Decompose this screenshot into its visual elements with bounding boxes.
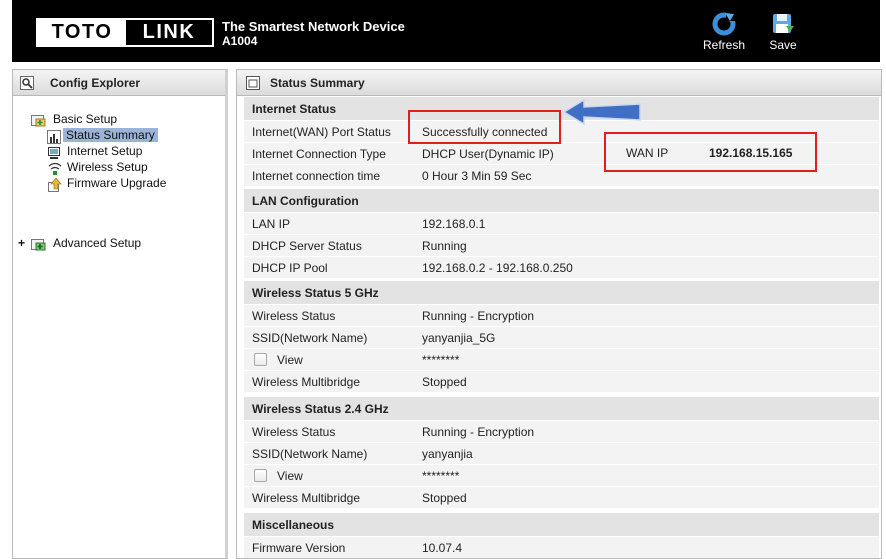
- row-label: Internet(WAN) Port Status: [252, 125, 391, 139]
- section-wireless-24ghz: Wireless Status 2.4 GHz: [244, 397, 879, 421]
- table-row: Wireless Multibridge Stopped: [244, 487, 879, 509]
- row-label: Wireless Multibridge: [252, 375, 361, 389]
- view-checkbox-label[interactable]: View: [277, 353, 303, 367]
- row-label: DHCP Server Status: [252, 239, 362, 253]
- row-label: Wireless Status: [252, 309, 336, 323]
- tree-status-summary[interactable]: Status Summary: [47, 128, 158, 144]
- refresh-button[interactable]: Refresh: [700, 12, 748, 52]
- wan-ip-value: 192.168.15.165: [709, 146, 793, 160]
- section-wireless-5ghz: Wireless Status 5 GHz: [244, 281, 879, 305]
- table-row: Wireless Status Running - Encryption: [244, 421, 879, 443]
- config-explorer-header: Config Explorer: [13, 70, 225, 96]
- section-title: LAN Configuration: [252, 194, 359, 208]
- row-value: Stopped: [422, 375, 467, 389]
- chart-icon: [47, 130, 61, 144]
- logo-right-text: LINK: [126, 20, 212, 45]
- upgrade-icon: [48, 178, 62, 192]
- table-row: Firmware Version 10.07.4: [244, 537, 879, 558]
- refresh-label: Refresh: [702, 38, 746, 52]
- row-value: Running - Encryption: [422, 309, 535, 323]
- row-value: 192.168.0.1: [422, 217, 486, 231]
- row-label: Internet connection time: [252, 169, 381, 183]
- row-label: SSID(Network Name): [252, 447, 368, 461]
- masked-password: ********: [422, 353, 460, 367]
- row-label: DHCP IP Pool: [252, 261, 328, 275]
- row-value: 10.07.4: [422, 541, 463, 555]
- model-name: A1004: [222, 34, 258, 48]
- row-value: yanyanjia: [422, 447, 473, 461]
- section-miscellaneous: Miscellaneous: [244, 513, 879, 537]
- table-row: DHCP IP Pool 192.168.0.2 - 192.168.0.250: [244, 257, 879, 279]
- search-icon: [20, 76, 34, 90]
- row-label: LAN IP: [252, 217, 291, 231]
- wireless-icon: [48, 162, 62, 175]
- wan-ip-label: WAN IP: [626, 146, 669, 160]
- tree-wireless-setup[interactable]: Wireless Setup: [47, 160, 148, 175]
- tree-label-status-summary: Status Summary: [63, 128, 158, 142]
- table-row: LAN IP 192.168.0.1: [244, 213, 879, 235]
- table-row: Wireless Multibridge Stopped: [244, 371, 879, 393]
- table-row: SSID(Network Name) yanyanjia_5G: [244, 327, 879, 349]
- save-label: Save: [769, 38, 797, 52]
- row-label: SSID(Network Name): [252, 331, 368, 345]
- totolink-logo: TOTO LINK: [36, 18, 214, 47]
- section-title: Miscellaneous: [252, 518, 335, 532]
- section-title: Wireless Status 2.4 GHz: [252, 402, 389, 416]
- config-explorer-title: Config Explorer: [50, 76, 141, 90]
- tree-label-firmware-upgrade: Firmware Upgrade: [67, 176, 167, 190]
- table-row: SSID(Network Name) yanyanjia: [244, 443, 879, 465]
- section-title: Internet Status: [252, 102, 337, 116]
- logo-left-text: TOTO: [38, 20, 126, 45]
- section-lan-configuration: LAN Configuration: [244, 189, 879, 213]
- product-tagline: The Smartest Network Device A1004: [222, 19, 405, 49]
- wan-ip-callout: WAN IP 192.168.15.165: [604, 132, 817, 172]
- row-value: Running: [422, 239, 467, 253]
- save-button[interactable]: Save: [765, 12, 801, 52]
- section-title: Wireless Status 5 GHz: [252, 286, 379, 300]
- table-row: View ********: [244, 465, 879, 487]
- view-checkbox-label[interactable]: View: [277, 469, 303, 483]
- refresh-icon: [712, 12, 736, 36]
- computer-icon: [48, 147, 60, 159]
- row-value: Stopped: [422, 491, 467, 505]
- expand-toggle[interactable]: +: [18, 236, 25, 251]
- masked-password: ********: [422, 469, 460, 483]
- wan-status-highlight-box: [408, 110, 561, 144]
- tree-label-basic-setup: Basic Setup: [53, 112, 118, 126]
- row-label: Wireless Status: [252, 425, 336, 439]
- arrow-annotation-icon: [562, 98, 641, 126]
- tree-internet-setup[interactable]: Internet Setup: [47, 144, 142, 159]
- row-value: 0 Hour 3 Min 59 Sec: [422, 169, 532, 183]
- save-icon: [773, 14, 794, 33]
- tree-advanced-setup[interactable]: + Advanced Setup: [18, 236, 141, 251]
- row-label: Wireless Multibridge: [252, 491, 361, 505]
- tree-label-advanced-setup: Advanced Setup: [53, 236, 142, 250]
- tree-firmware-upgrade[interactable]: Firmware Upgrade: [47, 176, 166, 192]
- status-summary-title: Status Summary: [270, 76, 365, 90]
- row-label: Internet Connection Type: [252, 147, 386, 161]
- tree-basic-setup[interactable]: Basic Setup: [31, 112, 117, 127]
- tagline-text: The Smartest Network Device: [222, 19, 405, 34]
- tree-label-wireless-setup: Wireless Setup: [67, 160, 148, 174]
- row-value: DHCP User(Dynamic IP): [422, 147, 554, 161]
- row-label: Firmware Version: [252, 541, 346, 555]
- table-row: DHCP Server Status Running: [244, 235, 879, 257]
- tree-label-internet-setup: Internet Setup: [67, 144, 143, 158]
- config-explorer-panel: Config Explorer Basic Setup Status Summa…: [12, 69, 228, 559]
- view-password-checkbox-5ghz[interactable]: [254, 353, 267, 366]
- view-password-checkbox-24ghz[interactable]: [254, 469, 267, 482]
- folder-icon: [31, 239, 46, 251]
- row-value: yanyanjia_5G: [422, 331, 496, 345]
- row-value: 192.168.0.2 - 192.168.0.250: [422, 261, 573, 275]
- window-icon: [246, 76, 260, 90]
- table-row: View ********: [244, 349, 879, 371]
- table-row: Wireless Status Running - Encryption: [244, 305, 879, 327]
- status-summary-header: Status Summary: [237, 70, 881, 96]
- top-header: TOTO LINK The Smartest Network Device A1…: [12, 0, 880, 62]
- row-value: Running - Encryption: [422, 425, 535, 439]
- folder-icon: [31, 115, 46, 127]
